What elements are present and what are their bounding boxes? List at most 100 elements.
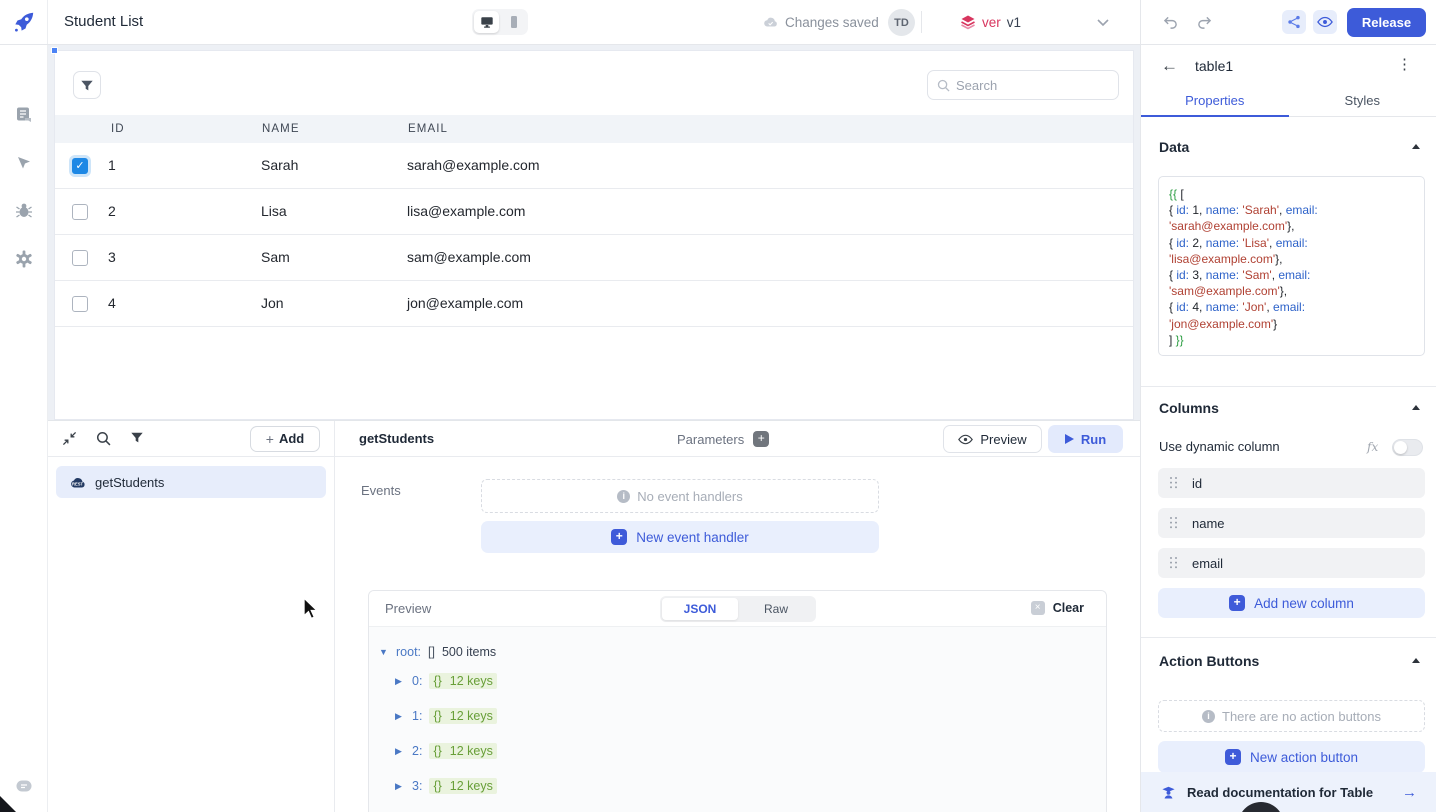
section-divider [1141, 386, 1436, 387]
run-query-button[interactable]: Run [1048, 425, 1123, 453]
add-new-column-button[interactable]: + Add new column [1158, 588, 1425, 618]
preview-app-button[interactable] [1313, 10, 1337, 34]
cell-email: sarah@example.com [407, 157, 540, 173]
save-status-label: Changes saved [785, 15, 879, 30]
tab-raw[interactable]: Raw [738, 598, 814, 620]
json-tree-item[interactable]: ▶0:{}12 keys [369, 670, 1106, 692]
clear-label: Clear [1053, 601, 1084, 615]
column-header-name[interactable]: NAME [262, 123, 300, 135]
info-icon: i [1202, 710, 1215, 723]
caret-collapsed-icon[interactable]: ▶ [395, 711, 405, 722]
empty-event-handlers: i No event handlers [481, 479, 879, 513]
search-queries-icon[interactable] [96, 431, 112, 447]
section-divider [1141, 637, 1436, 638]
dynamic-column-toggle[interactable] [1392, 439, 1423, 456]
undo-button[interactable] [1158, 10, 1182, 34]
query-list-item[interactable]: REST getStudents [56, 466, 326, 498]
filter-queries-icon[interactable] [130, 431, 146, 447]
cell-email: sam@example.com [407, 249, 531, 265]
left-navigation-rail [0, 45, 48, 812]
query-panel: + Add REST getStudents getStudents Param… [48, 420, 1140, 812]
column-header-id[interactable]: ID [111, 123, 125, 135]
desktop-mode-button[interactable] [474, 11, 499, 33]
column-item-label: name [1192, 516, 1225, 531]
json-tree-item[interactable]: ▶2:{}12 keys [369, 740, 1106, 762]
plus-icon: + [266, 431, 274, 447]
column-item[interactable]: name [1158, 508, 1425, 538]
caret-expanded-icon[interactable]: ▼ [379, 647, 389, 657]
editor-pages-icon[interactable] [14, 105, 34, 125]
row-checkbox[interactable]: ✓ [72, 158, 88, 174]
drag-handle-icon[interactable] [1170, 517, 1178, 529]
tab-json[interactable]: JSON [662, 598, 738, 620]
mobile-mode-button[interactable] [501, 11, 526, 33]
column-item[interactable]: email [1158, 548, 1425, 578]
tree-root-summary: 500 items [442, 645, 496, 659]
version-selector[interactable]: ver v1 [952, 0, 1120, 44]
toggle-knob [1394, 441, 1407, 454]
collapse-actions-section-icon[interactable] [1412, 658, 1420, 663]
topbar-divider [921, 11, 922, 33]
table-data-code-editor[interactable]: {{ [ { id: 1, name: 'Sarah', email:'sara… [1158, 176, 1425, 356]
code-line: { id: 2, name: 'Lisa', email: [1169, 235, 1414, 251]
column-header-email[interactable]: EMAIL [408, 123, 448, 135]
redo-button[interactable] [1192, 10, 1216, 34]
settings-gear-icon[interactable] [14, 249, 34, 269]
widget-resize-handle[interactable] [51, 47, 58, 54]
row-checkbox[interactable] [72, 204, 88, 220]
new-event-handler-button[interactable]: + New event handler [481, 521, 879, 553]
events-label: Events [361, 483, 401, 498]
query-preview-button[interactable]: Preview [943, 425, 1042, 453]
kebab-menu-icon[interactable]: ⋮ [1397, 55, 1412, 73]
collapse-panel-icon[interactable] [62, 431, 78, 447]
back-arrow-icon[interactable]: ← [1161, 56, 1178, 76]
chevron-down-icon[interactable] [1096, 18, 1110, 27]
fx-binding-icon[interactable]: fx [1367, 440, 1378, 454]
collapse-data-section-icon[interactable] [1412, 144, 1420, 149]
response-header: Preview JSON Raw × Clear [369, 591, 1106, 627]
cell-id: 4 [108, 295, 116, 311]
caret-collapsed-icon[interactable]: ▶ [395, 781, 405, 792]
clear-response-button[interactable]: × Clear [1031, 601, 1084, 615]
new-action-button[interactable]: + New action button [1158, 741, 1425, 773]
release-button[interactable]: Release [1347, 8, 1426, 37]
row-checkbox[interactable] [72, 296, 88, 312]
query-editor-header: getStudents Parameters + Preview Run [335, 421, 1140, 457]
app-logo[interactable] [0, 0, 48, 44]
help-chat-icon[interactable] [14, 777, 34, 797]
cell-id: 3 [108, 249, 116, 265]
version-prefix: ver [982, 15, 1001, 30]
add-query-label: Add [279, 431, 304, 446]
app-canvas[interactable]: ID NAME EMAIL ✓1Sarahsarah@example.com2L… [48, 45, 1140, 420]
table-header-row: ID NAME EMAIL [55, 115, 1133, 143]
svg-text:REST: REST [72, 481, 83, 486]
table-filter-button[interactable] [73, 71, 101, 99]
widgets-cursor-icon[interactable] [14, 153, 34, 173]
add-parameter-button[interactable]: + [753, 431, 769, 447]
drag-handle-icon[interactable] [1170, 557, 1178, 569]
tree-item-key: 3: [412, 779, 422, 793]
table-widget[interactable]: ID NAME EMAIL ✓1Sarahsarah@example.com2L… [54, 50, 1134, 420]
column-item[interactable]: id [1158, 468, 1425, 498]
empty-event-handlers-label: No event handlers [637, 489, 743, 504]
avatar[interactable]: TD [888, 9, 915, 36]
debug-bug-icon[interactable] [14, 201, 34, 221]
table-search-input[interactable] [956, 78, 1109, 93]
tab-styles[interactable]: Styles [1289, 88, 1436, 116]
add-query-button[interactable]: + Add [250, 426, 320, 452]
json-tree-item[interactable]: ▶1:{}12 keys [369, 705, 1106, 727]
caret-collapsed-icon[interactable]: ▶ [395, 676, 405, 687]
code-line: 'lisa@example.com'}, [1169, 251, 1414, 267]
json-tree-root[interactable]: ▼ root: [] 500 items [369, 641, 1106, 663]
collapse-columns-section-icon[interactable] [1412, 405, 1420, 410]
drag-handle-icon[interactable] [1170, 477, 1178, 489]
row-checkbox[interactable] [72, 250, 88, 266]
tab-properties[interactable]: Properties [1141, 88, 1289, 116]
read-documentation-link[interactable]: Read documentation for Table → [1141, 772, 1436, 812]
json-tree-item[interactable]: ▶3:{}12 keys [369, 775, 1106, 797]
caret-collapsed-icon[interactable]: ▶ [395, 746, 405, 757]
widget-name: table1 [1195, 58, 1233, 74]
code-line: 'jon@example.com'} [1169, 316, 1414, 332]
add-new-column-label: Add new column [1254, 596, 1354, 611]
share-button[interactable] [1282, 10, 1306, 34]
